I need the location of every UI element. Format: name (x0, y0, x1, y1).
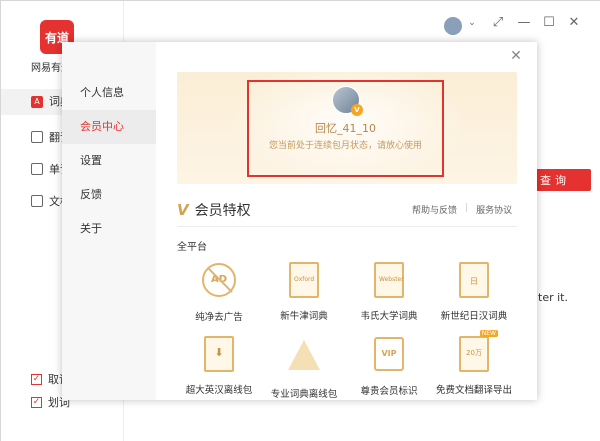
tab-member-center[interactable]: 会员中心 (62, 110, 156, 144)
feature-oxford-dictionary[interactable]: Oxford 新牛津词典 (263, 260, 345, 322)
feature-document-translate[interactable]: 20万 NEW 免费文档翻译导出 (433, 330, 515, 396)
wordbook-icon (31, 163, 43, 175)
feature-webster-dictionary[interactable]: Webster 韦氏大学词典 (348, 260, 430, 322)
background-text: ter it. (538, 291, 568, 304)
feature-label: 超大英汉离线包 (185, 385, 253, 396)
platform-label: 全平台 (177, 242, 207, 253)
link-separator: | (465, 203, 469, 213)
offline-package-icon: ⬇ (204, 336, 234, 372)
user-avatar-top[interactable] (444, 17, 462, 35)
feature-label: 新牛津词典 (280, 311, 328, 322)
feature-no-ads[interactable]: AD 纯净去广告 (178, 260, 260, 323)
vip-mark-icon: V (177, 201, 189, 219)
section-title: 会员特权 (194, 203, 251, 219)
help-feedback-link[interactable]: 帮助与反馈 (412, 203, 457, 216)
settings-dialog: 个人信息 会员中心 设置 反馈 关于 ✕ V 回忆_41_10 您当前处于连续包… (62, 42, 537, 400)
feature-label: 专业词典离线包 (270, 389, 338, 400)
no-ad-icon: AD (202, 263, 236, 297)
close-icon[interactable]: ✕ (566, 15, 582, 31)
vip-badge-icon: V (351, 104, 363, 116)
feature-label: 纯净去广告 (195, 312, 243, 323)
membership-status: 您当前处于连续包月状态，请放心使用 (268, 141, 422, 151)
checkmark-icon: ✓ (31, 396, 42, 408)
feature-label: 新世纪日汉词典 (440, 311, 508, 322)
feature-label: 韦氏大学词典 (360, 311, 418, 322)
feature-label: 尊贵会员标识 (360, 386, 418, 397)
webster-dictionary-icon: Webster (374, 262, 404, 298)
maximize-icon[interactable]: ☐ (541, 15, 557, 31)
dictionary-icon: A (31, 96, 43, 108)
vip-section-title: V 会员特权 (177, 200, 251, 220)
checkmark-icon: ✓ (31, 373, 42, 385)
username: 回忆_41_10 (315, 122, 376, 135)
tab-personal-info[interactable]: 个人信息 (62, 76, 156, 110)
tab-about[interactable]: 关于 (62, 212, 156, 246)
tab-settings[interactable]: 设置 (62, 144, 156, 178)
divider (177, 226, 517, 227)
oxford-dictionary-icon: Oxford (289, 262, 319, 298)
feature-professional-dictionary[interactable]: 专业词典离线包 (263, 334, 345, 400)
minimize-icon[interactable]: — (516, 15, 532, 31)
feature-label: 免费文档翻译导出 (435, 385, 512, 396)
translate-icon (31, 131, 43, 143)
close-icon[interactable]: ✕ (508, 48, 524, 64)
restore-icon[interactable]: ⤢ (490, 15, 506, 31)
vip-badge-icon: VIP (374, 337, 404, 371)
tab-feedback[interactable]: 反馈 (62, 178, 156, 212)
help-links: 帮助与反馈 | 服务协议 (412, 203, 512, 216)
professional-dictionary-icon (288, 340, 320, 370)
document-icon (31, 195, 43, 207)
feature-japanese-dictionary[interactable]: 日 新世纪日汉词典 (433, 260, 515, 322)
user-avatar[interactable]: V (332, 86, 363, 116)
settings-sidebar: 个人信息 会员中心 设置 反馈 关于 (62, 42, 156, 400)
feature-offline-package[interactable]: ⬇ 超大英汉离线包 (178, 334, 260, 396)
feature-vip-badge[interactable]: VIP 尊贵会员标识 (348, 334, 430, 397)
new-badge: NEW (479, 330, 498, 337)
document-translate-icon: 20万 (459, 336, 489, 372)
chevron-down-icon[interactable]: ⌄ (464, 15, 480, 31)
service-agreement-link[interactable]: 服务协议 (476, 203, 512, 216)
japanese-dictionary-icon: 日 (459, 262, 489, 298)
